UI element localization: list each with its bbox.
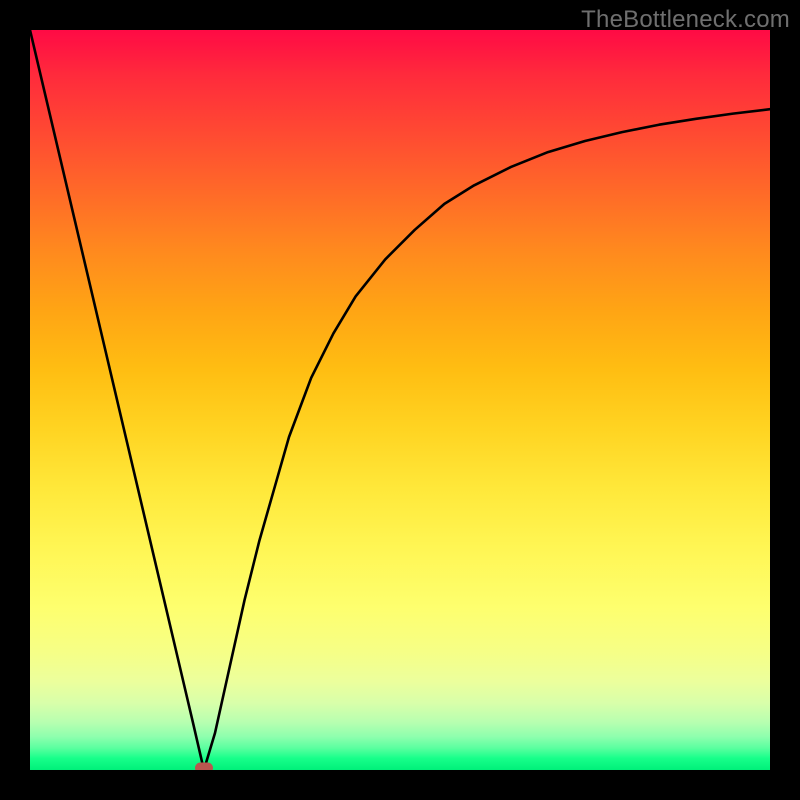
bottleneck-curve <box>30 30 770 770</box>
chart-frame: TheBottleneck.com <box>0 0 800 800</box>
minimum-marker <box>195 763 213 771</box>
plot-area <box>30 30 770 770</box>
